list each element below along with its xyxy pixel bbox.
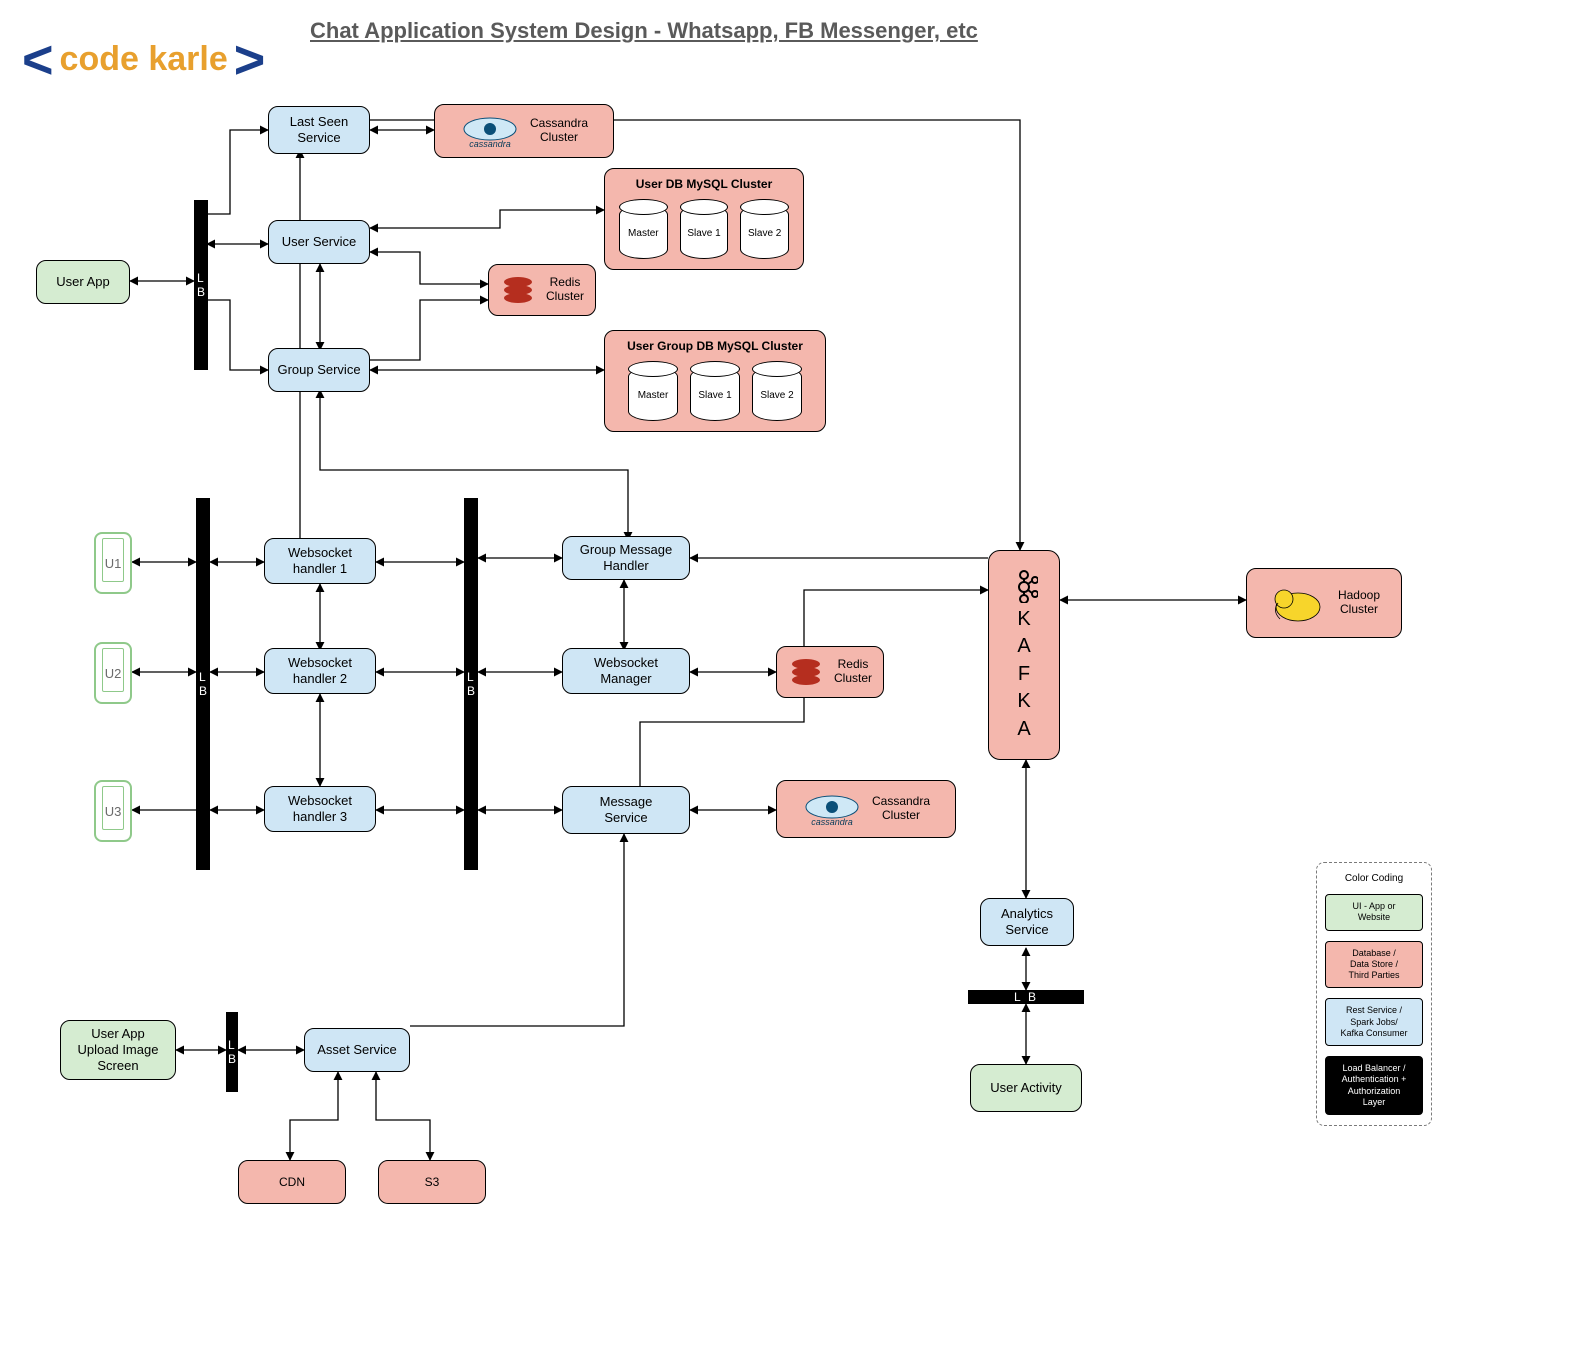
cassandra-eye-icon: cassandra: [460, 113, 520, 149]
redis-icon: [500, 272, 536, 308]
lb-analytics: L B: [968, 990, 1084, 1004]
lb-http-1: L B: [194, 200, 208, 370]
db-cylinder-icon: Slave 1: [680, 205, 729, 259]
user-activity: User Activity: [970, 1064, 1082, 1112]
ws-handler-1: Websocket handler 1: [264, 538, 376, 584]
db-cylinder-icon: Master: [628, 367, 678, 421]
redis-icon: [788, 654, 824, 690]
last-seen-service: Last Seen Service: [268, 106, 370, 154]
cassandra-eye-icon: cassandra: [802, 791, 862, 827]
group-message-handler: Group Message Handler: [562, 536, 690, 580]
user-app-upload-screen: User App Upload Image Screen: [60, 1020, 176, 1080]
cassandra-cluster-messages: cassandra Cassandra Cluster: [776, 780, 956, 838]
page-title: Chat Application System Design - Whatsap…: [310, 18, 978, 44]
db-cylinder-icon: Slave 2: [752, 367, 802, 421]
logo-code-karle: < code karle >: [22, 40, 265, 79]
ws-handler-3: Websocket handler 3: [264, 786, 376, 832]
legend-swatch-green: UI - App or Website: [1325, 894, 1423, 931]
hadoop-cluster: Hadoop Cluster: [1246, 568, 1402, 638]
redis-cluster-user: Redis Cluster: [488, 264, 596, 316]
redis-cluster-ws: Redis Cluster: [776, 646, 884, 698]
legend-swatch-blue: Rest Service / Spark Jobs/ Kafka Consume…: [1325, 998, 1423, 1046]
lb-ws-left: L B: [196, 498, 210, 870]
user-app: User App: [36, 260, 130, 304]
hadoop-elephant-icon: [1268, 581, 1328, 625]
cassandra-cluster-lastseen: cassandra Cassandra Cluster: [434, 104, 614, 158]
lb-asset: L B: [226, 1012, 238, 1092]
group-service: Group Service: [268, 348, 370, 392]
legend-color-coding: Color Coding UI - App or Website Databas…: [1316, 862, 1432, 1126]
s3: S3: [378, 1160, 486, 1204]
device-u3: U3: [94, 780, 132, 842]
device-u1: U1: [94, 532, 132, 594]
ws-handler-2: Websocket handler 2: [264, 648, 376, 694]
cdn: CDN: [238, 1160, 346, 1204]
user-group-db-cluster: User Group DB MySQL Cluster Master Slave…: [604, 330, 826, 432]
lb-ws-right: L B: [464, 498, 478, 870]
svg-text:cassandra: cassandra: [469, 139, 511, 149]
user-db-cluster: User DB MySQL Cluster Master Slave 1 Sla…: [604, 168, 804, 270]
legend-swatch-black: Load Balancer / Authentication + Authori…: [1325, 1056, 1423, 1115]
websocket-manager: Websocket Manager: [562, 648, 690, 694]
db-cylinder-icon: Slave 2: [740, 205, 789, 259]
analytics-service: Analytics Service: [980, 898, 1074, 946]
device-u2: U2: [94, 642, 132, 704]
message-service: Message Service: [562, 786, 690, 834]
db-cylinder-icon: Slave 1: [690, 367, 740, 421]
svg-text:cassandra: cassandra: [811, 817, 853, 827]
kafka: K A F K A: [988, 550, 1060, 760]
user-service: User Service: [268, 220, 370, 264]
legend-swatch-red: Database / Data Store / Third Parties: [1325, 941, 1423, 989]
kafka-logo-icon: [1010, 569, 1038, 603]
db-cylinder-icon: Master: [619, 205, 668, 259]
asset-service: Asset Service: [304, 1028, 410, 1072]
